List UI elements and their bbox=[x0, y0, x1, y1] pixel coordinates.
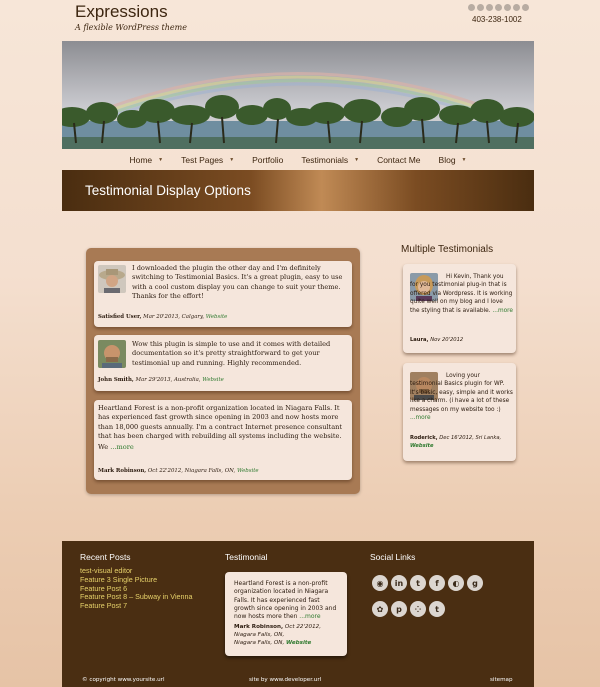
testimonial-website-link[interactable]: Website bbox=[286, 640, 311, 646]
testimonial-meta: Niagara Falls, ON, bbox=[234, 639, 285, 646]
google-plus-icon[interactable]: g bbox=[467, 575, 483, 591]
rss-icon[interactable] bbox=[468, 4, 475, 11]
phone-number: 403-238-1002 bbox=[472, 15, 522, 24]
testimonial-meta: Dec 16'2012, Sri Lanka, bbox=[439, 435, 502, 441]
nav-item-test-pages[interactable]: Test Pages ▼ bbox=[181, 155, 234, 165]
facebook-icon[interactable] bbox=[495, 4, 502, 11]
nav-item-portfolio[interactable]: Portfolio bbox=[252, 155, 283, 165]
avatar bbox=[98, 265, 126, 293]
facebook-icon[interactable]: f bbox=[429, 575, 445, 591]
nav-item-home[interactable]: Home ▼ bbox=[129, 155, 163, 165]
site-tagline: A flexible WordPress theme bbox=[75, 23, 187, 32]
pinterest-icon[interactable]: p bbox=[391, 601, 407, 617]
testimonial-text: I downloaded the plugin the other day an… bbox=[132, 264, 343, 301]
testimonial-card: Heartland Forest is a non-profit organiz… bbox=[94, 400, 352, 480]
social-links-title: Social Links bbox=[370, 552, 416, 562]
testimonial-text-tail: We bbox=[98, 443, 109, 452]
testimonial-author: John Smith, bbox=[98, 377, 134, 383]
social-icons-row: ◉ in t f ◐ g bbox=[372, 575, 483, 591]
google-plus-icon[interactable] bbox=[513, 4, 520, 11]
testimonial-website-link[interactable]: Website bbox=[410, 443, 434, 449]
testimonial-website-link[interactable]: Website bbox=[202, 377, 224, 383]
testimonial-card: Wow this plugin is simple to use and it … bbox=[94, 335, 352, 391]
picasa-icon[interactable] bbox=[504, 4, 511, 11]
sidebar-title: Multiple Testimonials bbox=[401, 244, 494, 255]
recent-post-link[interactable]: Feature Post 7 bbox=[80, 601, 193, 611]
rss-icon[interactable]: ◉ bbox=[372, 575, 388, 591]
flickr-icon[interactable]: ✿ bbox=[372, 601, 388, 617]
testimonial-meta: Oct 22'2012, Niagara Falls, ON, bbox=[147, 468, 236, 474]
site-title[interactable]: Expressions bbox=[75, 2, 187, 22]
testimonial-author: Satisfied User, bbox=[98, 314, 142, 320]
read-more-link[interactable]: ...more bbox=[492, 308, 513, 314]
testimonial-meta: Mar 29'2013, Australia, bbox=[135, 377, 201, 383]
footer: Recent Posts test-visual editor Feature … bbox=[62, 541, 534, 687]
testimonial-text: Wow this plugin is simple to use and it … bbox=[132, 340, 331, 367]
nav-item-contact-me[interactable]: Contact Me bbox=[377, 155, 420, 165]
main-navigation: Home ▼ Test Pages ▼ Portfolio Testimonials… bbox=[62, 150, 534, 170]
read-more-link[interactable]: ...more bbox=[110, 443, 134, 451]
testimonial-meta: Mar 20'2013, Calgary, bbox=[143, 314, 205, 320]
testimonial-website-link[interactable]: Website bbox=[237, 468, 259, 474]
recent-posts-list: test-visual editor Feature 3 Single Pict… bbox=[80, 566, 193, 611]
twitter-icon[interactable] bbox=[486, 4, 493, 11]
recent-posts-title: Recent Posts bbox=[80, 552, 131, 562]
dropdown-arrow-icon: ▼ bbox=[158, 157, 164, 163]
testimonial-author: Mark Robinson, bbox=[234, 624, 284, 631]
page-title: Testimonial Display Options bbox=[85, 183, 251, 198]
read-more-link[interactable]: ...more bbox=[410, 415, 431, 421]
site-header: Expressions A flexible WordPress theme bbox=[75, 2, 187, 32]
footer-testimonial-title: Testimonial bbox=[225, 552, 268, 562]
read-more-link[interactable]: ...more bbox=[299, 613, 320, 620]
testimonial-author: Laura, bbox=[410, 337, 429, 343]
header-banner-image bbox=[62, 41, 534, 149]
testimonial-author: Mark Robinson, bbox=[98, 468, 147, 474]
sidebar-testimonial-card: Loving your testimonial Basics plugin fo… bbox=[403, 363, 516, 461]
dropdown-arrow-icon: ▼ bbox=[461, 157, 467, 163]
testimonial-website-link[interactable]: Website bbox=[206, 314, 228, 320]
sidebar-testimonial-text: Loving your testimonial Basics plugin fo… bbox=[410, 373, 513, 413]
dropdown-arrow-icon: ▼ bbox=[354, 157, 360, 163]
dropdown-arrow-icon: ▼ bbox=[229, 157, 235, 163]
tumblr-icon[interactable]: t bbox=[429, 601, 445, 617]
testimonial-text: Heartland Forest is a non-profit organiz… bbox=[98, 404, 343, 441]
header-social-icons bbox=[468, 4, 529, 11]
nav-item-testimonials[interactable]: Testimonials ▼ bbox=[301, 155, 359, 165]
skype-icon[interactable] bbox=[522, 4, 529, 11]
picasa-icon[interactable]: ◐ bbox=[448, 575, 464, 591]
testimonial-meta: Nov 20'2012 bbox=[430, 337, 464, 343]
sitemap-link[interactable]: sitemap bbox=[490, 677, 513, 683]
social-icons-row: ✿ p ⁘ t bbox=[372, 601, 445, 617]
myspace-icon[interactable]: ⁘ bbox=[410, 601, 426, 617]
page-title-bar: Testimonial Display Options bbox=[62, 170, 534, 211]
linkedin-icon[interactable] bbox=[477, 4, 484, 11]
footer-testimonial-card: Heartland Forest is a non-profit organiz… bbox=[225, 572, 347, 656]
copyright[interactable]: © copyright www.yoursite.url bbox=[82, 677, 165, 683]
nav-item-blog[interactable]: Blog ▼ bbox=[439, 155, 467, 165]
avatar bbox=[98, 340, 126, 368]
sidebar-testimonial-card: Hi Kevin, Thank you for you testimonial … bbox=[403, 264, 516, 353]
testimonial-author: Roderick, bbox=[410, 435, 438, 441]
linkedin-icon[interactable]: in bbox=[391, 575, 407, 591]
testimonial-card: I downloaded the plugin the other day an… bbox=[94, 261, 352, 327]
site-credit[interactable]: site by www.developer.url bbox=[249, 677, 321, 683]
twitter-icon[interactable]: t bbox=[410, 575, 426, 591]
